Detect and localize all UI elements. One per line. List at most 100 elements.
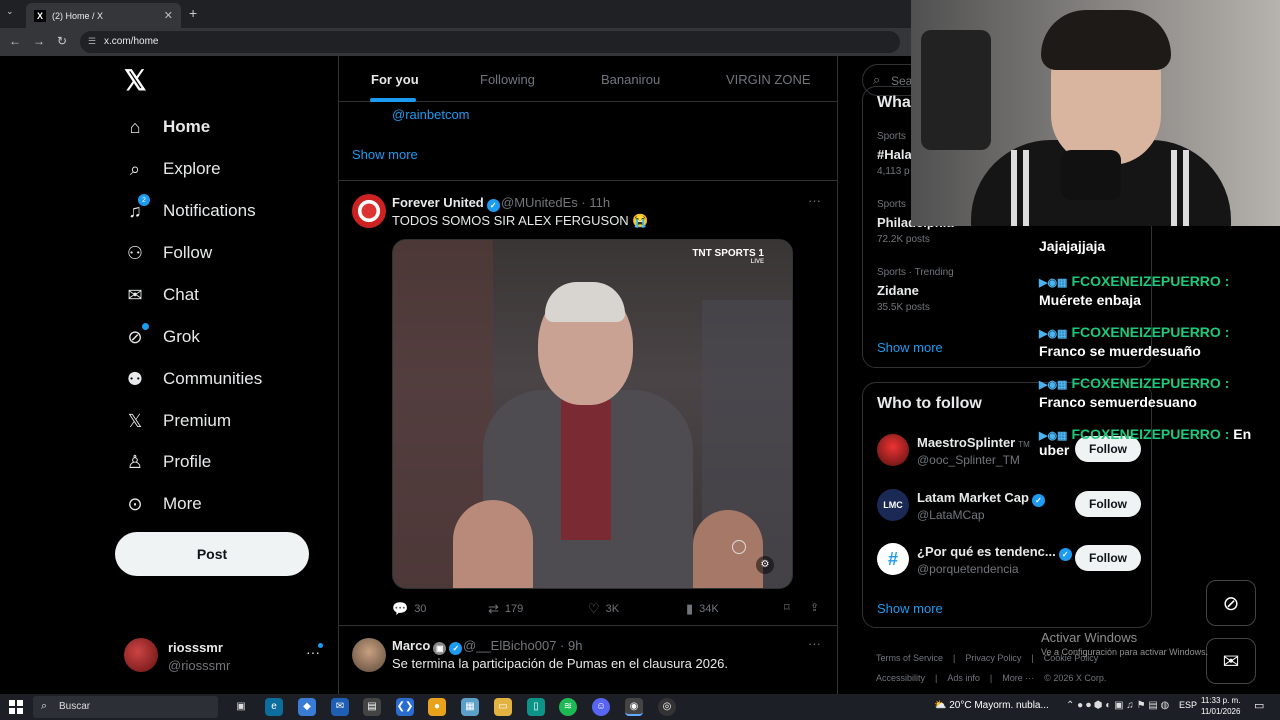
back-icon[interactable]: ← bbox=[9, 34, 21, 48]
share-icon[interactable]: ⇪ bbox=[810, 601, 819, 614]
phone-link-icon[interactable]: ▯ bbox=[527, 698, 545, 716]
spotify-icon[interactable]: ≋ bbox=[559, 698, 577, 716]
avatar[interactable] bbox=[352, 638, 386, 672]
input-language[interactable]: ESP bbox=[1179, 700, 1197, 710]
account-switcher[interactable]: riosssmr @riosssmr ··· bbox=[124, 638, 324, 674]
suggestion-name[interactable]: ¿Por qué es tendenc... ✓ bbox=[917, 544, 1072, 561]
nav-grok[interactable]: ⊘ Grok bbox=[124, 322, 200, 352]
avatar[interactable]: # bbox=[877, 543, 909, 575]
trend-name[interactable]: Zidane bbox=[877, 283, 919, 298]
chrome-icon[interactable]: ◉ bbox=[625, 698, 643, 716]
weather-widget[interactable]: ⛅ 20°C Mayorm. nubla... bbox=[934, 700, 1049, 711]
previous-tweet-link[interactable]: @rainbetcom bbox=[392, 107, 470, 122]
forward-icon[interactable]: → bbox=[33, 34, 45, 48]
outlook-icon[interactable]: ✉ bbox=[331, 698, 349, 716]
tweet-author[interactable]: Forever United ✓ bbox=[392, 195, 500, 212]
footer-link[interactable]: Terms of Service bbox=[876, 653, 943, 663]
reload-icon[interactable]: ↻ bbox=[57, 34, 67, 48]
avatar[interactable] bbox=[877, 434, 909, 466]
suggestion-name[interactable]: Latam Market Cap ✓ bbox=[917, 490, 1045, 507]
avatar[interactable]: LMC bbox=[877, 489, 909, 521]
grok-floating-button[interactable]: ⊘ bbox=[1206, 580, 1256, 626]
affiliate-badge-icon: ▣ bbox=[433, 642, 447, 655]
nav-label: Communities bbox=[163, 369, 263, 388]
tab-search-icon[interactable]: ⌄ bbox=[6, 6, 20, 20]
avatar[interactable] bbox=[352, 194, 386, 228]
new-tab-icon[interactable]: + bbox=[189, 5, 197, 21]
bookmark-icon[interactable]: ⌑ bbox=[784, 601, 790, 614]
url-text: x.com/home bbox=[104, 36, 159, 47]
envelope-icon: ✉ bbox=[1222, 650, 1240, 673]
chrome-canary-icon[interactable]: ● bbox=[428, 698, 446, 716]
notification-badge: 2 bbox=[138, 194, 150, 206]
clock-date: 11/01/2026 bbox=[1201, 707, 1241, 716]
nav-notifications[interactable]: ♫ 2 Notifications bbox=[124, 194, 256, 226]
browser-tab[interactable]: X (2) Home / X ✕ bbox=[26, 3, 181, 28]
copilot-icon[interactable]: ◆ bbox=[298, 698, 316, 716]
file-explorer-icon[interactable]: ▭ bbox=[494, 698, 512, 716]
x-logo-icon[interactable]: 𝕏 bbox=[124, 67, 150, 95]
nav-premium[interactable]: 𝕏 Premium bbox=[124, 406, 231, 436]
search-icon: ⌕ bbox=[129, 158, 141, 179]
tab-for-you[interactable]: For you bbox=[371, 72, 419, 87]
tweet-text: TODOS SOMOS SIR ALEX FERGUSON 😭 bbox=[392, 213, 649, 228]
system-tray-icons[interactable]: ⌃ ● ⏺ ⬢ ◐ ▣ ♫ ⚑ ▤ ◍ bbox=[1066, 700, 1169, 711]
nav-follow[interactable]: ⚇ Follow bbox=[124, 238, 212, 268]
tab-following[interactable]: Following bbox=[480, 72, 535, 87]
retweet-button[interactable]: ⇄ 179 bbox=[488, 601, 523, 617]
chat-text: Franco semuerdesuano bbox=[1039, 394, 1197, 410]
trend-name[interactable]: #Hala bbox=[877, 147, 912, 162]
chat-message: ▶◉▦ FCOXENEIZEPUERRO : En uber bbox=[1039, 426, 1279, 458]
footer-link[interactable]: Ads info bbox=[947, 673, 980, 683]
obs-icon[interactable]: ◎ bbox=[658, 698, 676, 716]
more-dots-icon[interactable]: ··· bbox=[808, 636, 821, 651]
views-button[interactable]: ▮ 34K bbox=[686, 601, 719, 617]
post-button[interactable]: Post bbox=[115, 532, 309, 576]
show-more-link[interactable]: Show more bbox=[877, 340, 943, 355]
chat-message: Muérete enbaja bbox=[1039, 292, 1279, 308]
taskbar-search[interactable]: ⌕ Buscar bbox=[33, 696, 218, 718]
like-button[interactable]: ♡ 3K bbox=[588, 601, 619, 617]
edge-icon[interactable]: e bbox=[265, 698, 283, 716]
video-figure bbox=[545, 282, 625, 322]
notification-center-icon[interactable]: ▭ bbox=[1254, 699, 1264, 712]
close-tab-icon[interactable]: ✕ bbox=[164, 9, 173, 22]
address-bar[interactable]: ☰ x.com/home bbox=[80, 31, 900, 53]
notepad-icon[interactable]: ▦ bbox=[461, 698, 479, 716]
chat-message: Franco semuerdesuano bbox=[1039, 394, 1279, 410]
footer-link[interactable]: Accessibility bbox=[876, 673, 925, 683]
show-more-link[interactable]: Show more bbox=[352, 147, 418, 162]
vscode-icon[interactable]: ❮❯ bbox=[396, 698, 414, 716]
nav-profile[interactable]: ♙ Profile bbox=[124, 447, 211, 477]
site-info-icon[interactable]: ☰ bbox=[88, 36, 96, 47]
follow-button[interactable]: Follow bbox=[1075, 545, 1141, 571]
task-view-icon[interactable]: ▣ bbox=[232, 698, 250, 716]
suggestion-name[interactable]: MaestroSplinter TM bbox=[917, 435, 1030, 450]
discord-icon[interactable]: ☺ bbox=[592, 698, 610, 716]
nav-communities[interactable]: ⚉ Communities bbox=[124, 364, 262, 394]
nav-home[interactable]: ⌂ Home bbox=[124, 112, 211, 142]
gif-settings-icon[interactable]: ⚙ bbox=[756, 556, 774, 574]
windows-start-icon[interactable] bbox=[9, 700, 23, 714]
reply-button[interactable]: 💬 30 bbox=[392, 601, 426, 617]
nav-more[interactable]: ⊙ More bbox=[124, 489, 201, 519]
tweet-author[interactable]: Marco ▣ ✓ bbox=[392, 638, 463, 655]
tweet-author-name: Marco bbox=[392, 638, 431, 653]
nav-explore[interactable]: ⌕ Explore bbox=[124, 154, 221, 184]
tab-virgin-zone[interactable]: VIRGIN ZONE bbox=[726, 72, 811, 87]
store-icon[interactable]: ▤ bbox=[363, 698, 381, 716]
footer-link[interactable]: More ··· bbox=[1002, 673, 1034, 683]
messages-floating-button[interactable]: ✉ bbox=[1206, 638, 1256, 684]
more-dots-icon[interactable]: ··· bbox=[808, 193, 821, 208]
nav-label: Premium bbox=[163, 411, 232, 430]
nav-chat[interactable]: ✉ Chat bbox=[124, 280, 198, 310]
show-more-link[interactable]: Show more bbox=[877, 601, 943, 616]
divider bbox=[339, 625, 837, 626]
tweet-video[interactable]: TNT SPORTS 1 LIVE ⚙ bbox=[392, 239, 793, 589]
tab-bananirou[interactable]: Bananirou bbox=[601, 72, 660, 87]
footer-link[interactable]: Privacy Policy bbox=[965, 653, 1021, 663]
follow-button[interactable]: Follow bbox=[1075, 491, 1141, 517]
more-circle-icon: ⊙ bbox=[127, 493, 143, 514]
footer-separator: | bbox=[1031, 653, 1034, 663]
taskbar-clock[interactable]: 11:33 p. m. 11/01/2026 bbox=[1201, 695, 1240, 717]
